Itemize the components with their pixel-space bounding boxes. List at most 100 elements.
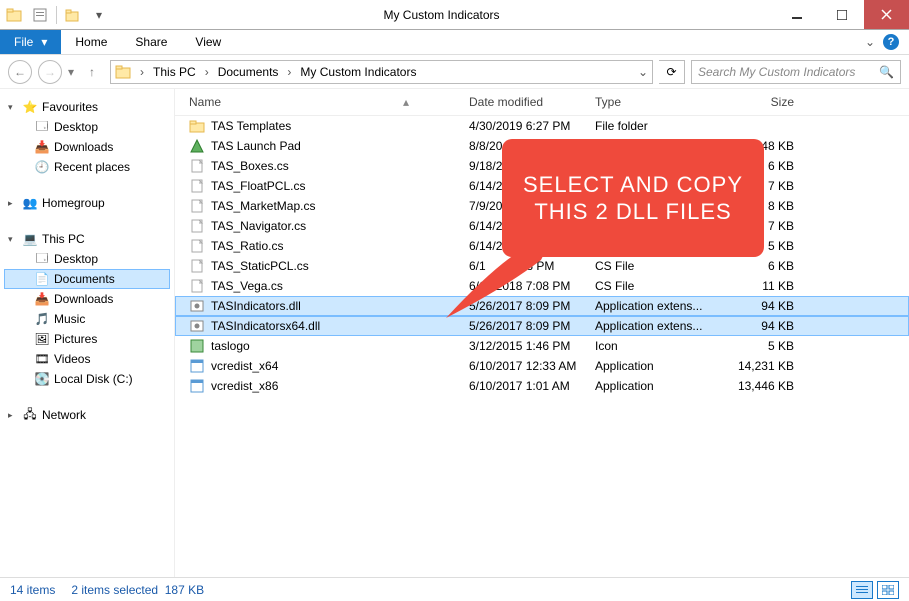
minimize-button[interactable] [774, 0, 819, 29]
column-type[interactable]: Type [595, 95, 720, 109]
ribbon-view-tab[interactable]: View [181, 30, 235, 54]
nav-pc-downloads[interactable]: 📥Downloads [4, 289, 170, 309]
table-row[interactable]: vcredist_x646/10/2017 12:33 AMApplicatio… [175, 356, 909, 376]
table-row[interactable]: TAS_StaticPCL.cs6/1xxxx7:08 PMCS File6 K… [175, 256, 909, 276]
ribbon-file-tab[interactable]: File▾ [0, 30, 61, 54]
qat-separator [56, 6, 57, 24]
breadcrumb[interactable]: This PC Documents My Custom Indicators ⌄ [110, 60, 653, 84]
nav-pc-localdisk[interactable]: 💽Local Disk (C:) [4, 369, 170, 389]
address-chevron-icon[interactable]: ⌄ [638, 65, 648, 79]
nav-pc-videos[interactable]: 🎞Videos [4, 349, 170, 369]
file-size: 94 KB [720, 299, 814, 313]
details-view-button[interactable] [851, 581, 873, 599]
nav-pc-pictures[interactable]: 🖼Pictures [4, 329, 170, 349]
file-date: 5/26/2017 8:09 PM [469, 319, 595, 333]
file-date: 6/1xxxx7:08 PM [469, 259, 595, 273]
table-row[interactable]: TASIndicatorsx64.dll5/26/2017 8:09 PMApp… [175, 316, 909, 336]
history-chevron-icon[interactable]: ▾ [68, 65, 74, 79]
file-size: 7 KB [720, 219, 814, 233]
disk-icon: 💽 [34, 371, 50, 387]
file-icon [189, 138, 205, 154]
quick-access-toolbar: ▾ [0, 0, 109, 29]
file-date: 6/14/2 [469, 219, 595, 233]
crumb-thispc[interactable]: This PC [153, 65, 196, 79]
nav-thispc[interactable]: ▾💻This PC [4, 229, 170, 249]
close-button[interactable] [864, 0, 909, 29]
nav-network[interactable]: ▸🖧Network [4, 405, 170, 425]
table-row[interactable]: TAS_Ratio.cs6/14/25 KB [175, 236, 909, 256]
refresh-button[interactable]: ⟳ [659, 60, 685, 84]
file-name: TAS_FloatPCL.cs [211, 179, 305, 193]
file-icon [189, 358, 205, 374]
file-name: TAS_Boxes.cs [211, 159, 289, 173]
table-row[interactable]: TAS_Vega.cs6/14/2018 7:08 PMCS File11 KB [175, 276, 909, 296]
column-date[interactable]: Date modified [469, 95, 595, 109]
table-row[interactable]: TAS_MarketMap.cs7/9/208 KB [175, 196, 909, 216]
forward-button[interactable]: → [38, 60, 62, 84]
file-rows: TAS Templates4/30/2019 6:27 PMFile folde… [175, 116, 909, 577]
nav-favourites[interactable]: ▾⭐Favourites [4, 97, 170, 117]
navigation-pane: ▾⭐Favourites 🗔Desktop 📥Downloads 🕘Recent… [0, 89, 175, 577]
file-name: vcredist_x64 [211, 359, 278, 373]
nav-pc-documents[interactable]: 📄Documents [4, 269, 170, 289]
nav-fav-recent[interactable]: 🕘Recent places [4, 157, 170, 177]
file-list: Name▴ Date modified Type Size TAS Templa… [175, 89, 909, 577]
crumb-documents[interactable]: Documents [218, 65, 279, 79]
title-bar: ▾ My Custom Indicators [0, 0, 909, 30]
search-icon: 🔍 [879, 65, 894, 79]
file-date: 4/30/2019 6:27 PM [469, 119, 595, 133]
file-name: TAS_Ratio.cs [211, 239, 283, 253]
qat-chevron-icon[interactable]: ▾ [89, 5, 109, 25]
up-button[interactable]: ↑ [80, 60, 104, 84]
file-date: 3/12/2015 1:46 PM [469, 339, 595, 353]
file-icon [189, 318, 205, 334]
search-box[interactable]: Search My Custom Indicators 🔍 [691, 60, 901, 84]
star-icon: ⭐ [22, 99, 38, 115]
computer-icon: 💻 [22, 231, 38, 247]
nav-pc-desktop[interactable]: 🗔Desktop [4, 249, 170, 269]
file-icon [189, 178, 205, 194]
file-icon [189, 218, 205, 234]
nav-fav-downloads[interactable]: 📥Downloads [4, 137, 170, 157]
status-item-count: 14 items [10, 583, 55, 597]
recent-icon: 🕘 [34, 159, 50, 175]
new-folder-icon[interactable] [63, 5, 83, 25]
maximize-button[interactable] [819, 0, 864, 29]
file-size: 14,231 KB [720, 359, 814, 373]
help-icon[interactable]: ? [883, 34, 899, 50]
column-name[interactable]: Name▴ [179, 95, 469, 109]
file-icon [189, 278, 205, 294]
properties-icon[interactable] [30, 5, 50, 25]
table-row[interactable]: TAS_Navigator.cs 6/14/2 7 KB [175, 216, 909, 236]
table-row[interactable]: taslogo3/12/2015 1:46 PMIcon5 KB [175, 336, 909, 356]
network-icon: 🖧 [22, 407, 38, 423]
nav-fav-desktop[interactable]: 🗔Desktop [4, 117, 170, 137]
nav-pc-music[interactable]: 🎵Music [4, 309, 170, 329]
file-name: TAS_Navigator.cs [211, 219, 306, 233]
column-size[interactable]: Size [720, 95, 814, 109]
file-icon [189, 118, 205, 134]
file-date: 7/9/20 [469, 199, 595, 213]
back-button[interactable]: ← [8, 60, 32, 84]
file-size: 6 KB [720, 259, 814, 273]
file-name: TASIndicators.dll [211, 299, 301, 313]
thumbnails-view-button[interactable] [877, 581, 899, 599]
table-row[interactable]: TAS Launch Pad8/8/2048 KB [175, 136, 909, 156]
table-row[interactable]: TAS_Boxes.cs9/18/26 KB [175, 156, 909, 176]
file-type: CS File [595, 259, 720, 273]
table-row[interactable]: TASIndicators.dll5/26/2017 8:09 PMApplic… [175, 296, 909, 316]
column-headers: Name▴ Date modified Type Size [175, 89, 909, 116]
table-row[interactable]: TAS Templates4/30/2019 6:27 PMFile folde… [175, 116, 909, 136]
table-row[interactable]: vcredist_x866/10/2017 1:01 AMApplication… [175, 376, 909, 396]
nav-homegroup[interactable]: ▸👥Homegroup [4, 193, 170, 213]
downloads-icon: 📥 [34, 139, 50, 155]
ribbon-expand-icon[interactable]: ⌄ [865, 35, 875, 49]
file-date: 6/14/2 [469, 239, 595, 253]
table-row[interactable]: TAS_FloatPCL.cs6/14/27 KB [175, 176, 909, 196]
crumb-current[interactable]: My Custom Indicators [300, 65, 416, 79]
file-date: 6/14/2018 7:08 PM [469, 279, 595, 293]
ribbon-share-tab[interactable]: Share [121, 30, 181, 54]
ribbon-home-tab[interactable]: Home [61, 30, 121, 54]
file-icon [189, 238, 205, 254]
file-name: TASIndicatorsx64.dll [211, 319, 320, 333]
